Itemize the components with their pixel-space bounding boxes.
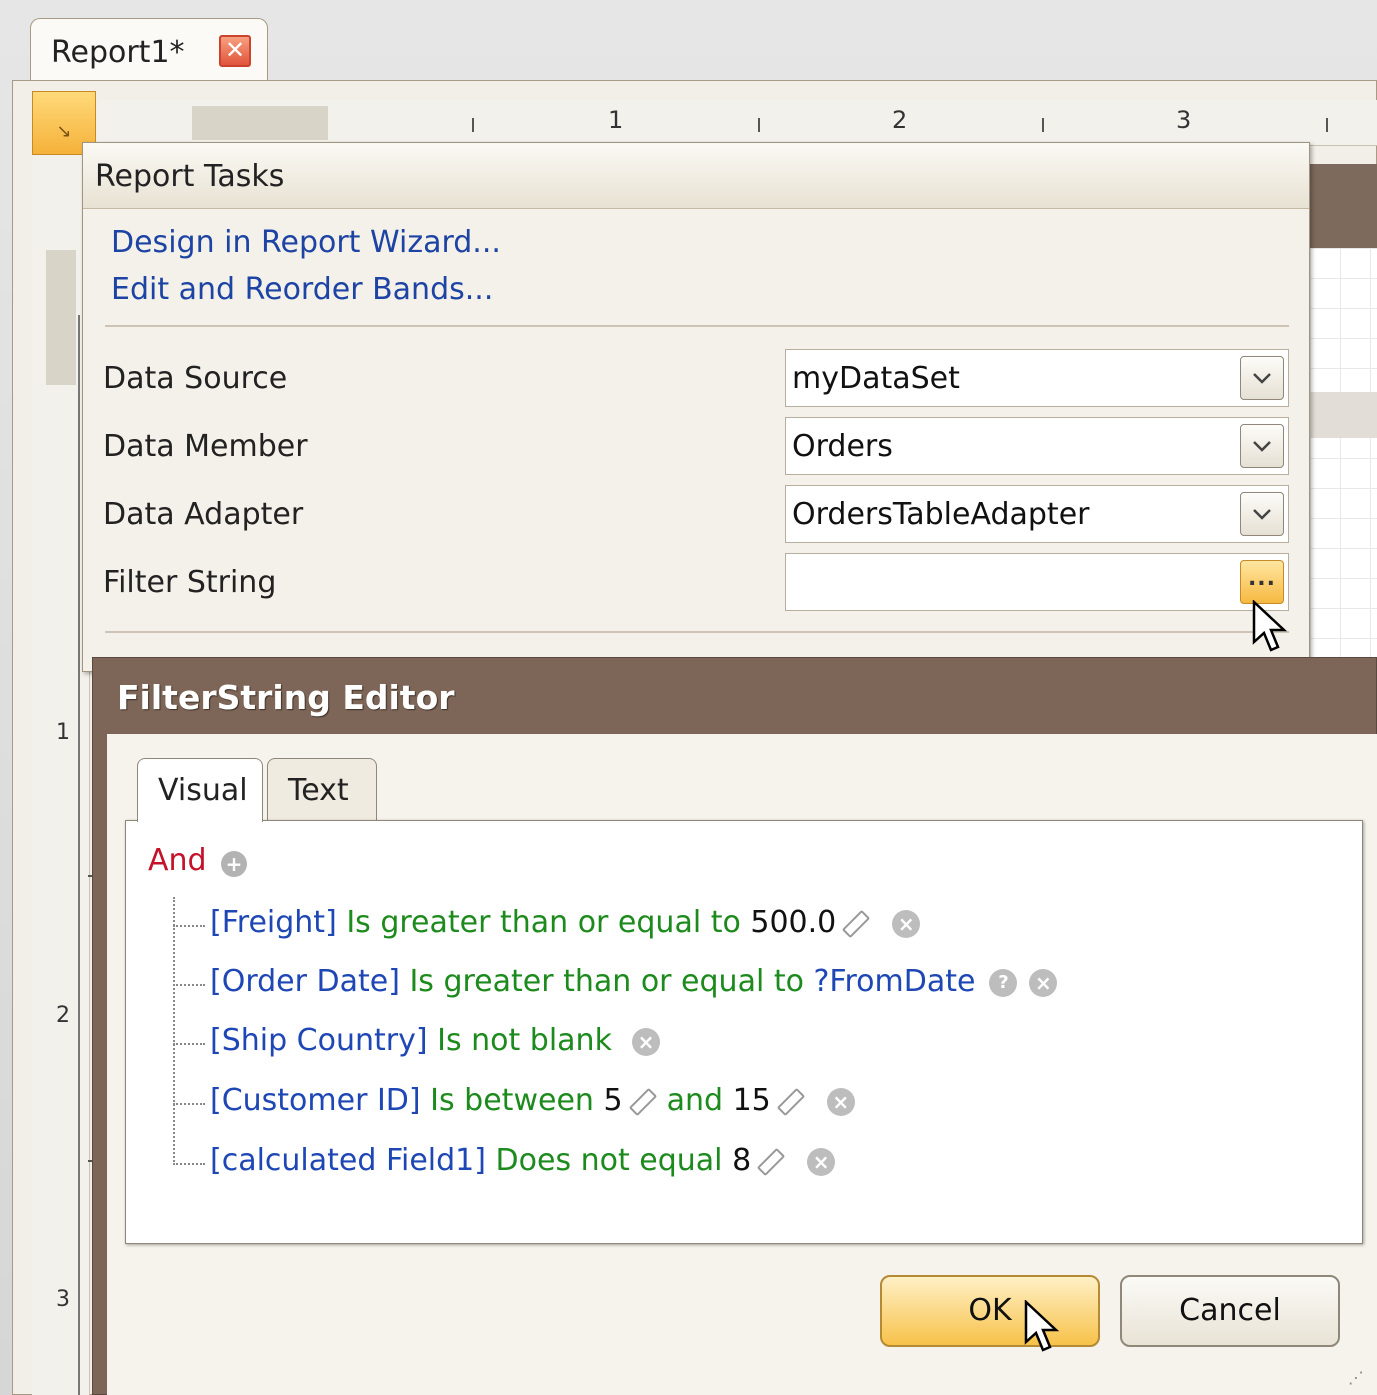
group-operator[interactable]: And: [148, 843, 207, 878]
tree-line: [173, 1043, 205, 1045]
condition-operator[interactable]: Does not equal: [496, 1143, 723, 1178]
horizontal-ruler: 1 2 3: [98, 100, 1377, 146]
condition-conjunction: and: [666, 1083, 724, 1118]
ruler-number: 2: [56, 1003, 70, 1028]
design-in-wizard-link[interactable]: Design in Report Wizard...: [111, 225, 501, 260]
pencil-icon[interactable]: [628, 1087, 657, 1116]
tree-line: [173, 1163, 205, 1165]
report-band: [1310, 392, 1377, 438]
data-adapter-value: OrdersTableAdapter: [792, 497, 1090, 532]
tab-text[interactable]: Text: [267, 758, 377, 820]
condition-value[interactable]: 8: [732, 1143, 751, 1178]
condition-operator[interactable]: Is between: [430, 1083, 594, 1118]
filter-string-label: Filter String: [103, 565, 277, 600]
mouse-cursor-icon: [1252, 600, 1288, 652]
remove-condition-icon[interactable]: ×: [892, 909, 921, 938]
chevron-down-icon[interactable]: [1240, 492, 1284, 536]
designer-window: Report1* ✕ ↘ 1 2 3 1 2 3 Report Tasks De…: [0, 0, 1377, 1395]
divider: [105, 631, 1289, 633]
data-member-label: Data Member: [103, 429, 308, 464]
ruler-number: 3: [1176, 106, 1192, 134]
filter-tree: And + [Freight] Is greater than or equal…: [125, 820, 1363, 1244]
condition-value-2[interactable]: 15: [733, 1083, 771, 1118]
pencil-icon[interactable]: [757, 1147, 786, 1176]
dialog-title: FilterString Editor: [117, 678, 455, 717]
pencil-icon[interactable]: [776, 1087, 805, 1116]
tree-line: [173, 1103, 205, 1105]
ellipsis-icon: ...: [1247, 565, 1277, 591]
condition-field[interactable]: [Customer ID]: [210, 1083, 421, 1118]
edit-reorder-bands-link[interactable]: Edit and Reorder Bands...: [111, 272, 493, 307]
condition-field[interactable]: [Ship Country]: [210, 1023, 428, 1058]
tab-visual-label: Visual: [158, 773, 248, 808]
tab-visual[interactable]: Visual: [137, 758, 263, 822]
report-tasks-title: Report Tasks: [95, 159, 285, 194]
condition-row: [Ship Country] Is not blank ×: [210, 1023, 660, 1058]
data-member-value: Orders: [792, 429, 893, 464]
ruler-margin: [192, 106, 328, 140]
tab-text-label: Text: [288, 773, 349, 808]
data-source-combo[interactable]: myDataSet: [785, 349, 1289, 407]
report-band-header: [1310, 164, 1377, 248]
resize-grip-icon[interactable]: ⋰: [1348, 1368, 1374, 1392]
ruler-tick: [1326, 118, 1328, 132]
cancel-button[interactable]: Cancel: [1120, 1275, 1340, 1347]
chevron-down-icon[interactable]: [1240, 424, 1284, 468]
condition-parameter[interactable]: ?FromDate: [813, 964, 975, 999]
pencil-icon[interactable]: [842, 909, 871, 938]
tree-line: [173, 925, 205, 927]
condition-operator[interactable]: Is not blank: [437, 1023, 612, 1058]
ok-button[interactable]: OK: [880, 1275, 1100, 1347]
report-tasks-panel: Report Tasks Design in Report Wizard... …: [82, 142, 1310, 672]
condition-value[interactable]: 500.0: [750, 905, 836, 940]
condition-field[interactable]: [calculated Field1]: [210, 1143, 486, 1178]
close-icon[interactable]: ✕: [219, 35, 251, 67]
condition-row: [Customer ID] Is between 5 and 15 ×: [210, 1083, 855, 1118]
ruler-tick: [1042, 118, 1044, 132]
data-adapter-label: Data Adapter: [103, 497, 304, 532]
ruler-margin: [46, 250, 76, 385]
remove-condition-icon[interactable]: ×: [1029, 968, 1058, 997]
remove-condition-icon[interactable]: ×: [807, 1147, 836, 1176]
question-icon[interactable]: ?: [989, 968, 1018, 997]
ruler-number: 2: [892, 106, 908, 134]
report-tasks-header: Report Tasks: [83, 143, 1309, 209]
tab-report1-label: Report1*: [51, 35, 185, 70]
tab-report1[interactable]: Report1* ✕: [30, 18, 268, 84]
remove-condition-icon[interactable]: ×: [631, 1027, 660, 1056]
condition-field[interactable]: [Freight]: [210, 905, 337, 940]
divider: [105, 325, 1289, 327]
condition-operator[interactable]: Is greater than or equal to: [346, 905, 740, 940]
tree-line: [173, 984, 205, 986]
data-source-label: Data Source: [103, 361, 288, 396]
tree-line: [173, 897, 175, 1165]
data-member-combo[interactable]: Orders: [785, 417, 1289, 475]
filter-string-field[interactable]: ...: [785, 553, 1289, 611]
add-condition-icon[interactable]: +: [221, 851, 247, 877]
ruler-number: 3: [56, 1287, 70, 1312]
condition-row: [Order Date] Is greater than or equal to…: [210, 964, 1058, 999]
ellipsis-button[interactable]: ...: [1240, 560, 1284, 604]
condition-value[interactable]: 5: [603, 1083, 622, 1118]
ruler-tick: [758, 118, 760, 132]
ruler-number: 1: [56, 720, 70, 745]
ruler-line: [78, 315, 80, 1395]
ruler-number: 1: [608, 106, 624, 134]
condition-row: [Freight] Is greater than or equal to 50…: [210, 905, 921, 940]
condition-operator[interactable]: Is greater than or equal to: [409, 964, 803, 999]
data-source-value: myDataSet: [792, 361, 960, 396]
report-page-grid: [1310, 248, 1377, 668]
remove-condition-icon[interactable]: ×: [826, 1087, 855, 1116]
condition-row: [calculated Field1] Does not equal 8 ×: [210, 1143, 836, 1178]
data-adapter-combo[interactable]: OrdersTableAdapter: [785, 485, 1289, 543]
mouse-cursor-icon: [1024, 1300, 1060, 1352]
condition-field[interactable]: [Order Date]: [210, 964, 400, 999]
chevron-down-icon[interactable]: [1240, 356, 1284, 400]
ruler-tick: [472, 118, 474, 132]
